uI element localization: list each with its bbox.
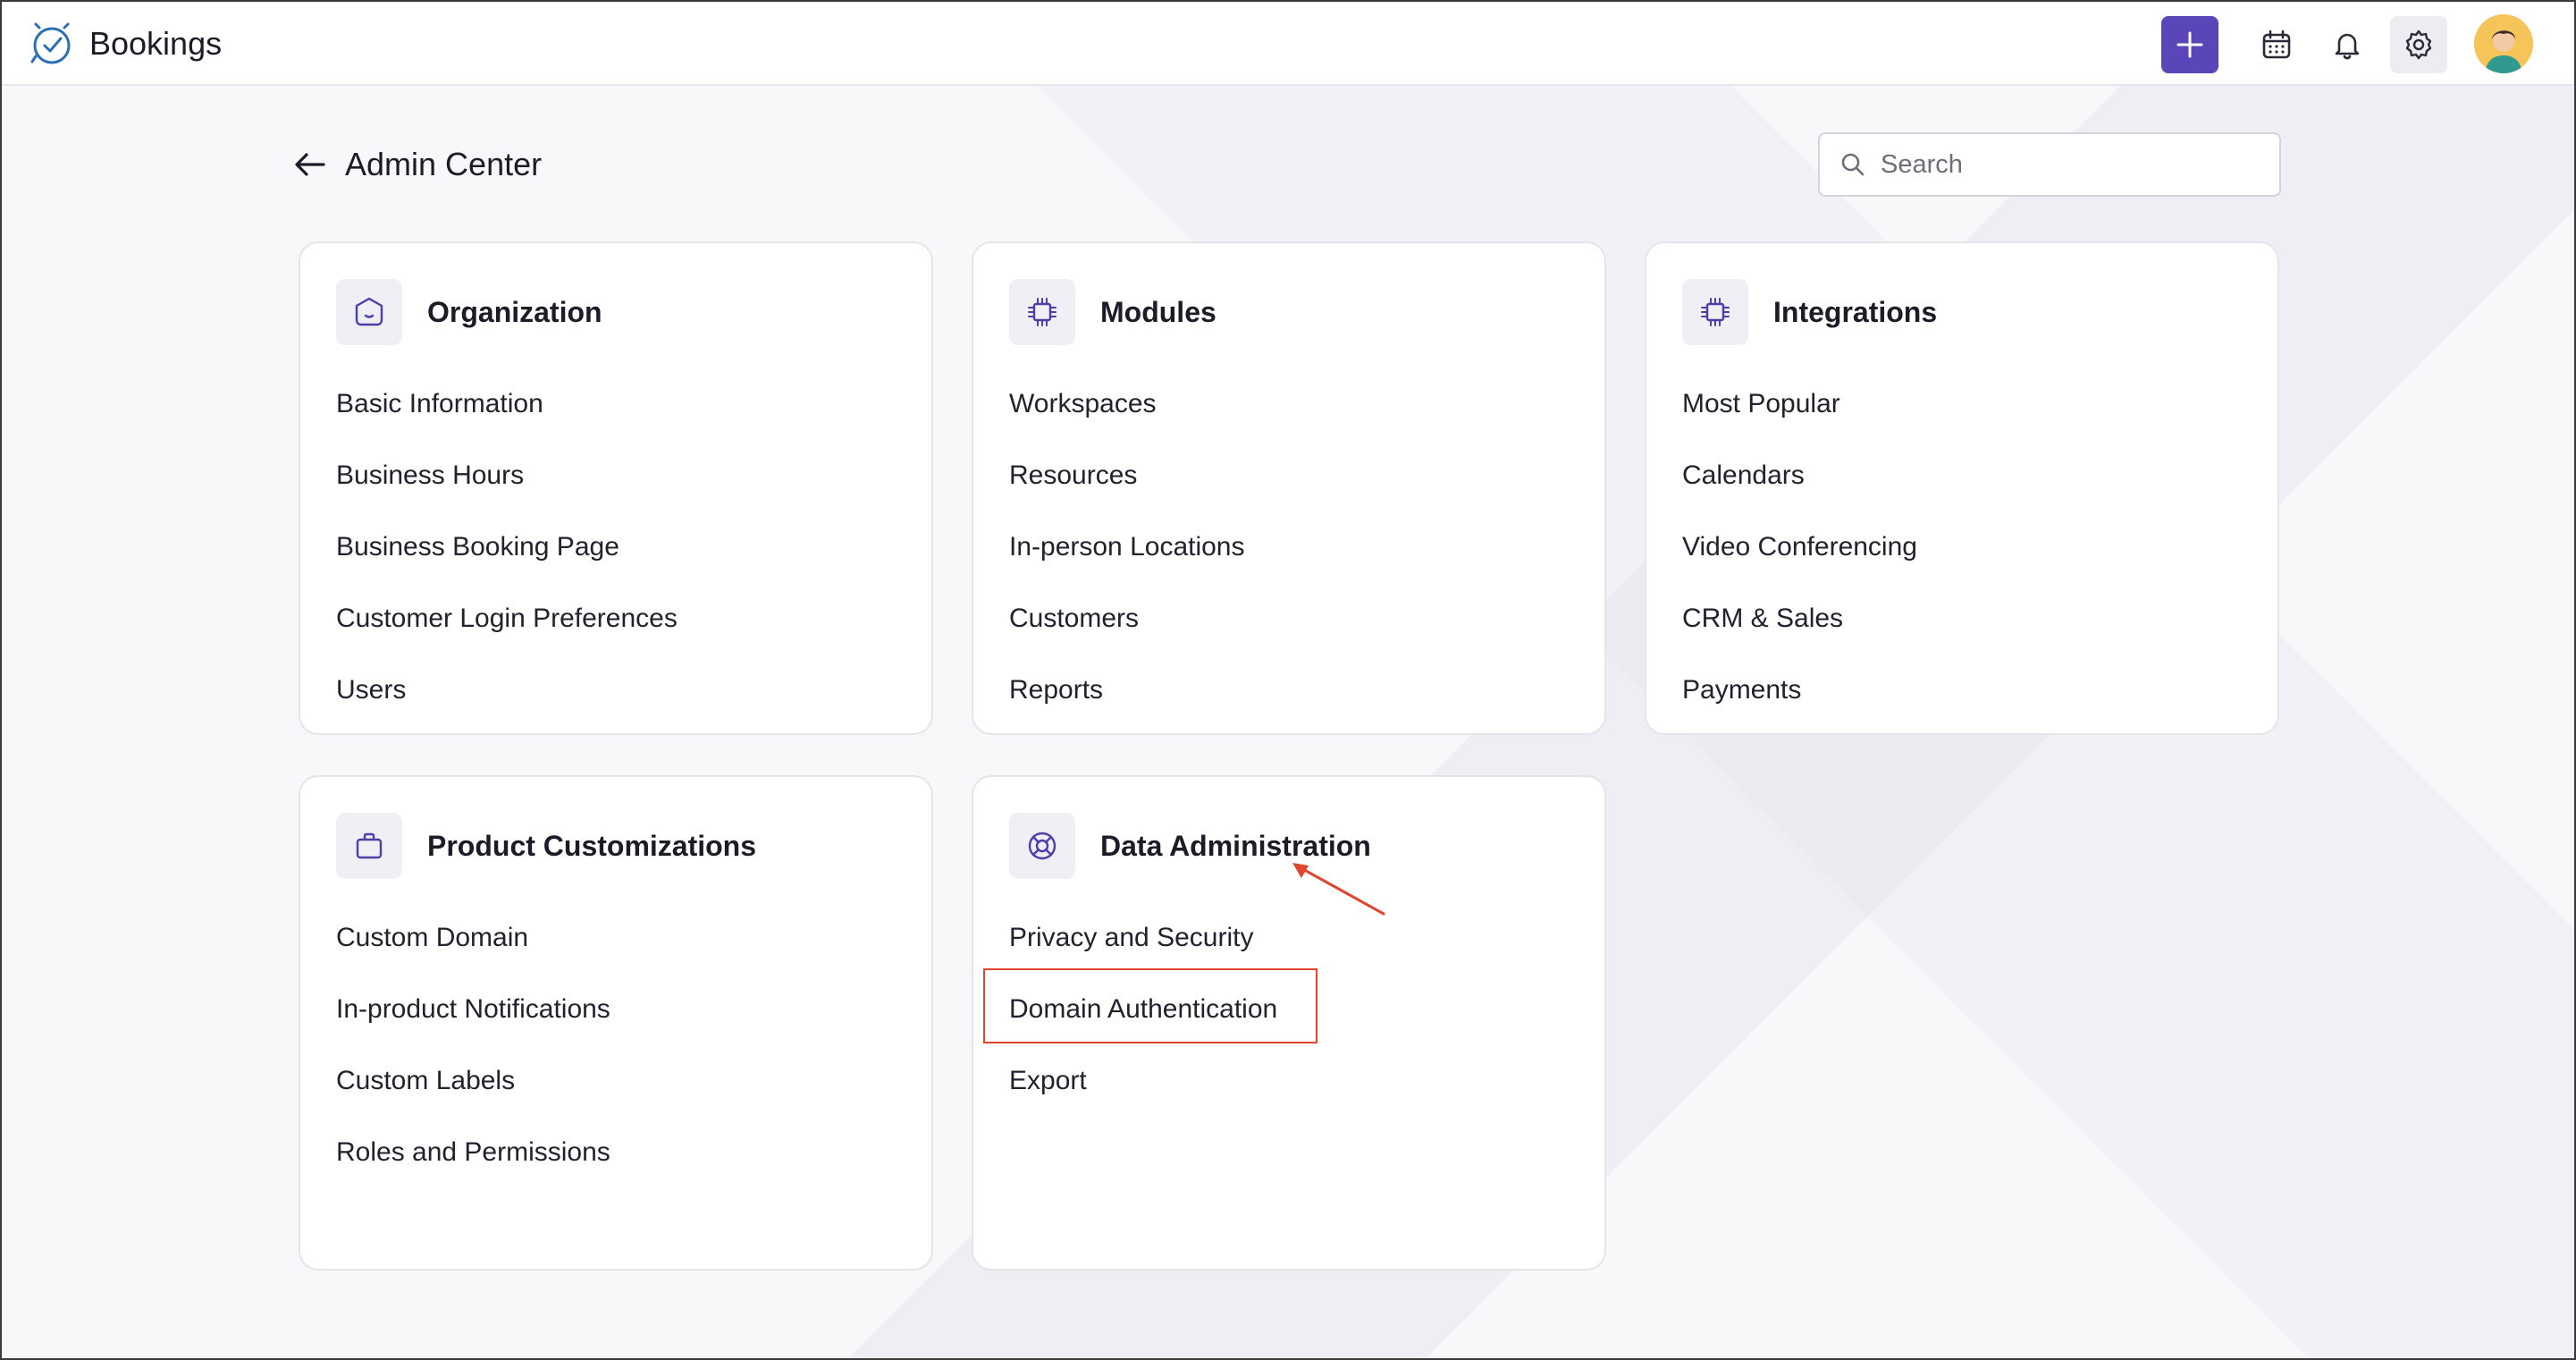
card-title: Product Customizations (427, 829, 757, 862)
organization-icon (336, 279, 402, 345)
link-roles-and-permissions[interactable]: Roles and Permissions (336, 1135, 610, 1206)
link-export[interactable]: Export (1009, 1063, 1277, 1135)
notifications-button[interactable] (2319, 16, 2376, 73)
link-basic-information[interactable]: Basic Information (336, 386, 678, 458)
bell-icon (2335, 33, 2360, 60)
page-header: Admin Center (291, 138, 542, 191)
card-integrations: Integrations Most Popular Calendars Vide… (1645, 241, 2279, 735)
highlight-box (983, 968, 1317, 1043)
link-customers[interactable]: Customers (1009, 601, 1245, 672)
briefcase-icon (336, 813, 402, 879)
link-payments[interactable]: Payments (1682, 672, 1917, 744)
link-most-popular[interactable]: Most Popular (1682, 386, 1917, 458)
back-button[interactable] (291, 146, 329, 183)
card-links: Most Popular Calendars Video Conferencin… (1682, 386, 1917, 744)
calendar-icon (2262, 30, 2291, 59)
link-calendars[interactable]: Calendars (1682, 458, 1917, 529)
search-icon (1841, 153, 1865, 176)
link-resources[interactable]: Resources (1009, 458, 1245, 529)
card-header: Product Customizations (336, 813, 756, 879)
chip-icon (1009, 279, 1075, 345)
bookings-logo-icon (30, 22, 71, 64)
link-crm-sales[interactable]: CRM & Sales (1682, 601, 1917, 672)
brand[interactable]: Bookings (29, 20, 222, 68)
top-bar: Bookings (2, 2, 2574, 86)
search-box[interactable] (1818, 132, 2281, 197)
settings-button[interactable] (2390, 16, 2447, 73)
card-organization: Organization Basic Information Business … (299, 241, 933, 735)
link-in-person-locations[interactable]: In-person Locations (1009, 529, 1245, 601)
card-title: Organization (427, 295, 602, 328)
card-header: Integrations (1682, 279, 1937, 345)
arrow-left-icon (295, 153, 325, 176)
user-avatar-icon (2474, 14, 2533, 73)
link-workspaces[interactable]: Workspaces (1009, 386, 1245, 458)
lifebuoy-icon (1009, 813, 1075, 879)
link-users[interactable]: Users (336, 672, 678, 744)
avatar[interactable] (2474, 14, 2533, 73)
card-header: Organization (336, 279, 602, 345)
card-title: Modules (1100, 295, 1216, 328)
card-title: Integrations (1773, 295, 1938, 328)
link-customer-login-preferences[interactable]: Customer Login Preferences (336, 601, 678, 672)
app-window: Bookings Admin Center Search Organizatio… (0, 0, 2576, 1360)
link-custom-labels[interactable]: Custom Labels (336, 1063, 610, 1135)
card-header: Modules (1009, 279, 1216, 345)
link-custom-domain[interactable]: Custom Domain (336, 920, 610, 992)
link-reports[interactable]: Reports (1009, 672, 1245, 744)
annotation-arrow-icon (1292, 863, 1385, 916)
chip-icon (1682, 279, 1748, 345)
card-links: Custom Domain In-product Notifications C… (336, 920, 610, 1206)
page-title: Admin Center (345, 146, 543, 182)
card-product-customizations: Product Customizations Custom Domain In-… (299, 775, 933, 1271)
card-modules: Modules Workspaces Resources In-person L… (972, 241, 1606, 735)
link-business-booking-page[interactable]: Business Booking Page (336, 529, 678, 601)
card-links: Workspaces Resources In-person Locations… (1009, 386, 1245, 744)
card-links: Basic Information Business Hours Busines… (336, 386, 678, 744)
calendar-button[interactable] (2248, 16, 2305, 73)
plus-icon (2176, 31, 2203, 58)
app-name: Bookings (89, 25, 223, 62)
gear-icon (2405, 30, 2432, 60)
link-in-product-notifications[interactable]: In-product Notifications (336, 992, 610, 1063)
link-business-hours[interactable]: Business Hours (336, 458, 678, 529)
search-input[interactable] (1881, 149, 2256, 180)
link-video-conferencing[interactable]: Video Conferencing (1682, 529, 1917, 601)
add-button[interactable] (2161, 16, 2218, 73)
